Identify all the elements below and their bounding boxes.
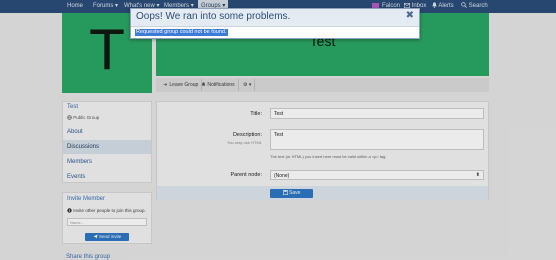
close-icon[interactable]: ✖ [406,10,414,21]
error-dialog: Oops! We ran into some problems. ✖ Reque… [130,8,420,39]
error-dialog-title: Oops! We ran into some problems. [136,11,291,22]
error-message: Requested group could not be found. [135,29,228,36]
error-dialog-header: Oops! We ran into some problems. ✖ [131,9,419,27]
modal-overlay[interactable] [0,0,556,260]
